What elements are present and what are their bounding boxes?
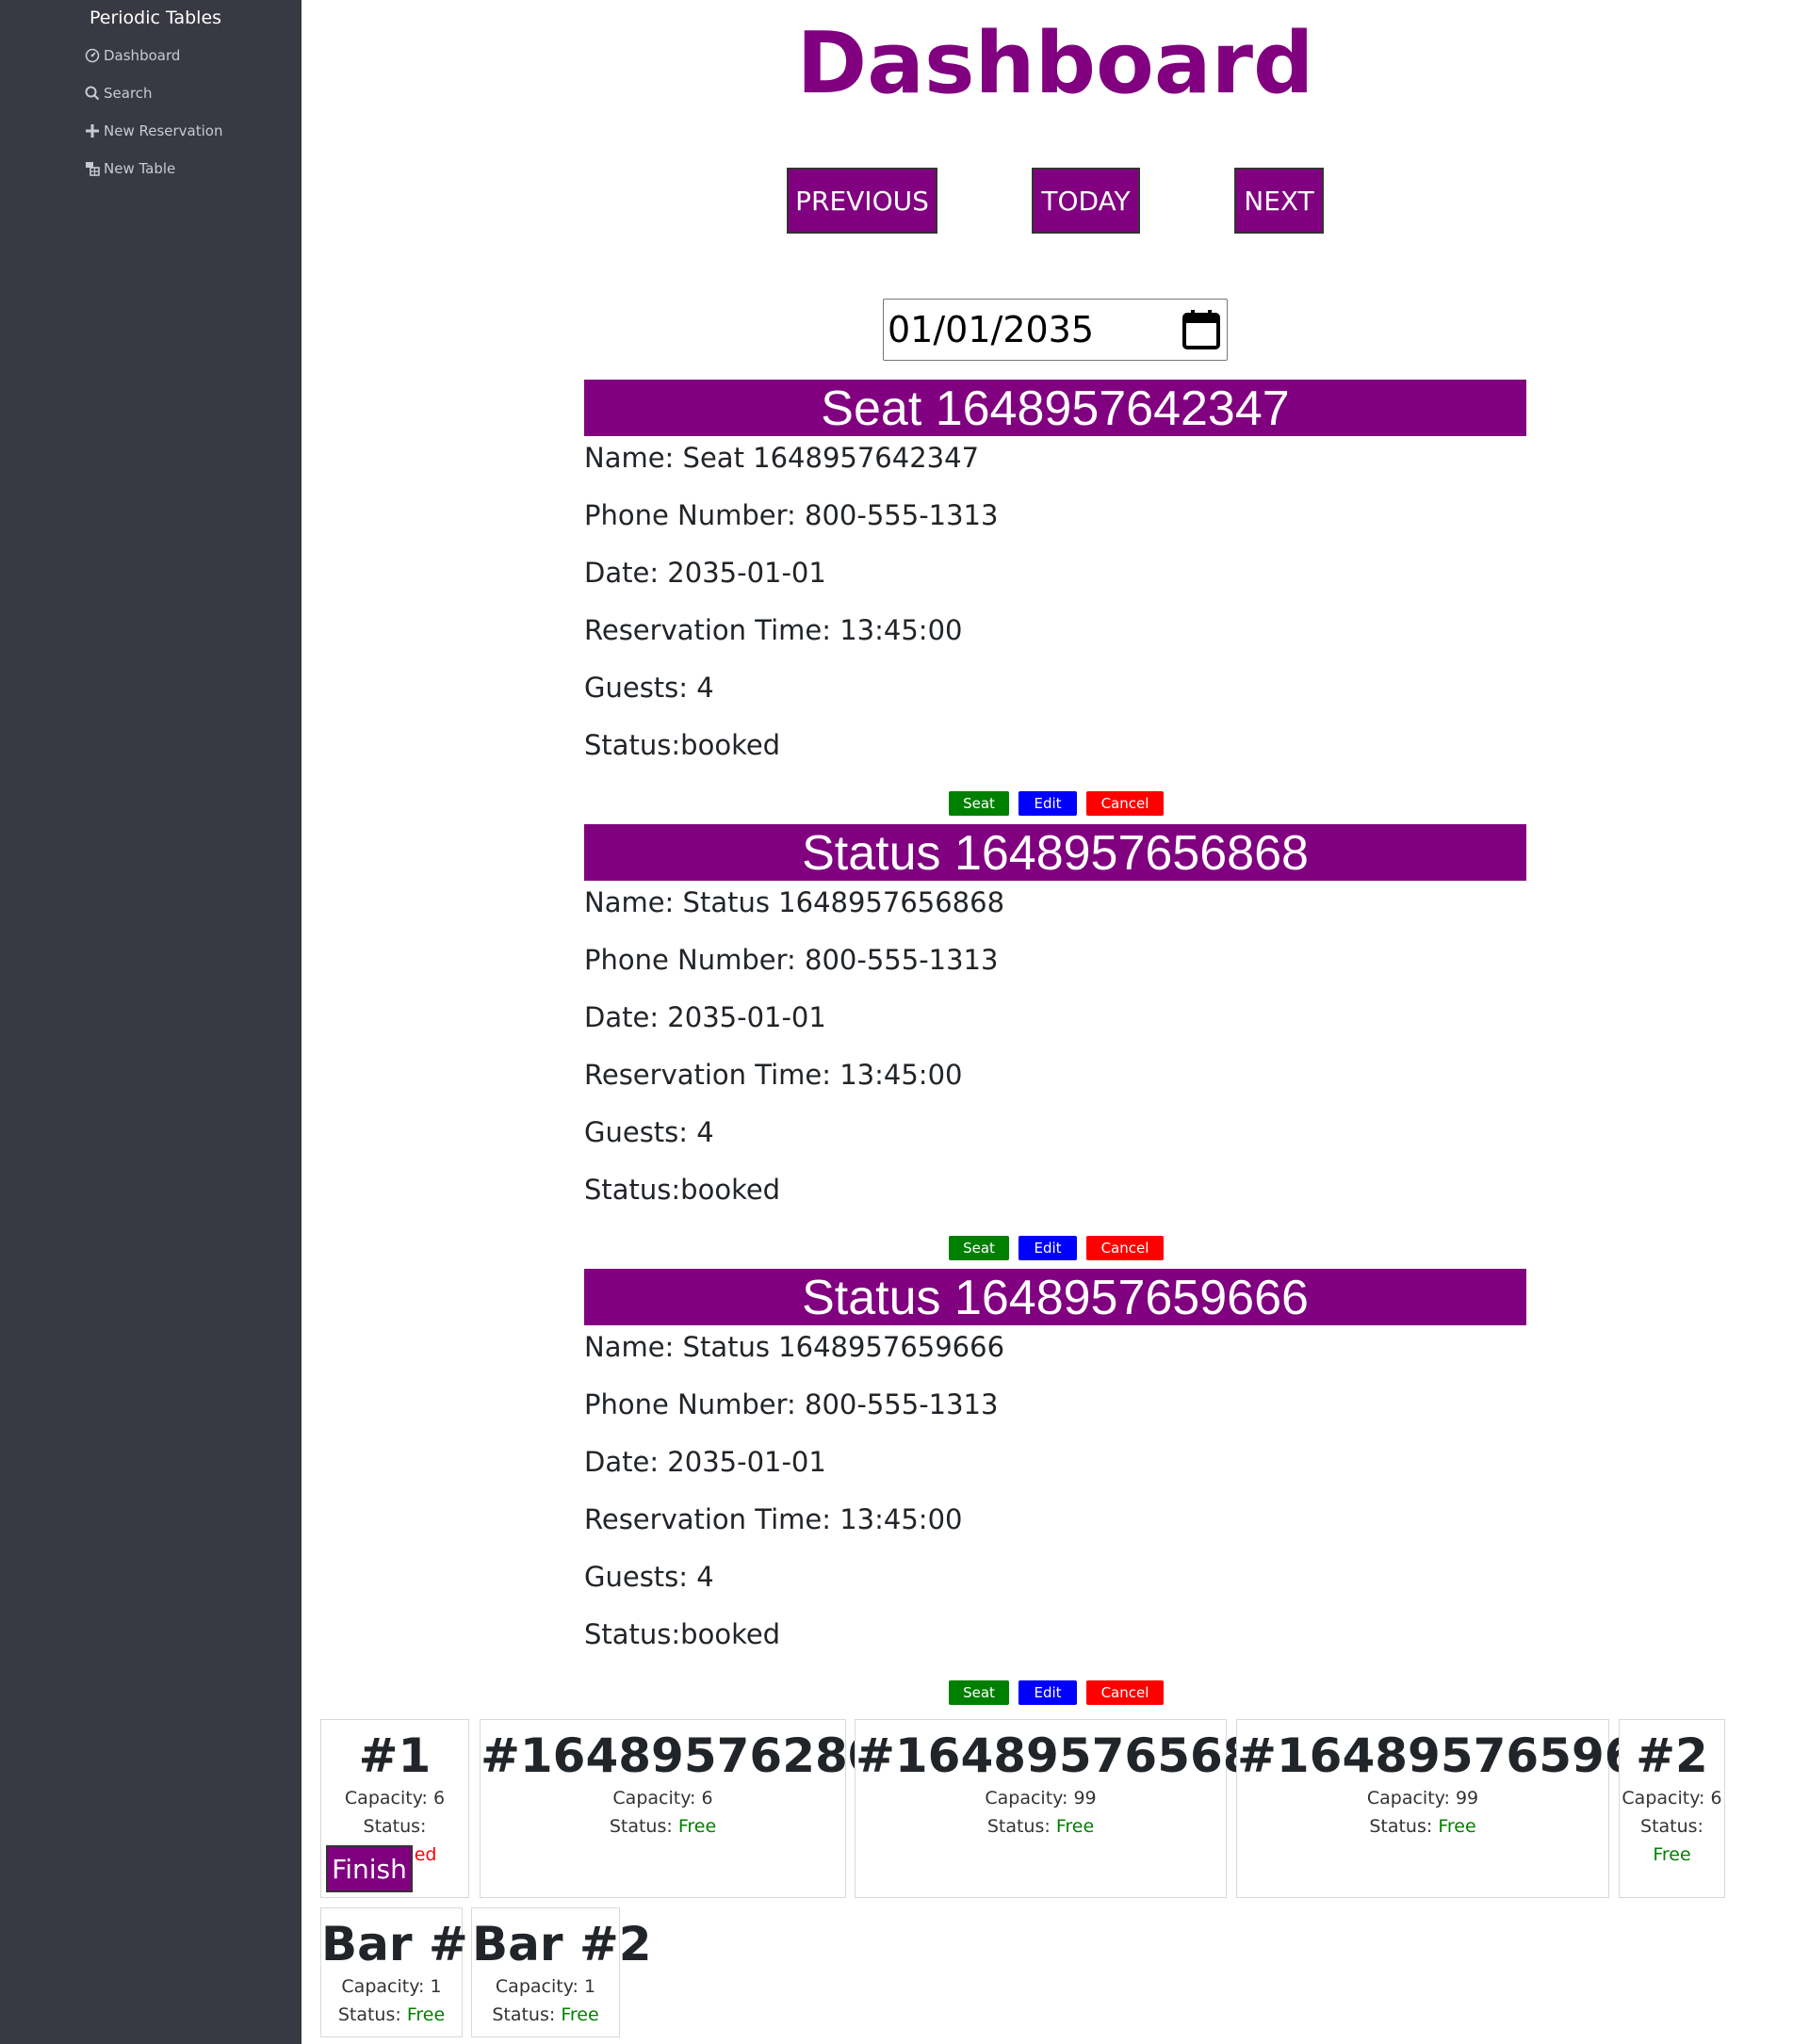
table-status: Status: Free: [609, 1816, 717, 1837]
reservation-status: Status:booked: [584, 1618, 781, 1650]
reservation-name: Name: Status 1648957656868: [584, 886, 1005, 918]
reservation-actions: Seat Edit Cancel: [949, 791, 1164, 816]
table-capacity: Capacity: 6: [612, 1788, 713, 1809]
table-status-value: Free: [406, 2004, 446, 2025]
edit-button[interactable]: Edit: [1019, 1680, 1077, 1705]
cancel-button[interactable]: Cancel: [1086, 1236, 1164, 1260]
table-name: #1: [358, 1728, 432, 1783]
table-name: #1648957656898: [856, 1728, 1322, 1783]
reservation-card: Status 1648957656868 Name: Status 164895…: [584, 824, 1526, 1260]
sidebar-item-label: New Table: [104, 160, 176, 177]
table-icon: [85, 161, 100, 176]
table-status: Status: Free: [986, 1816, 1095, 1837]
search-icon: [85, 86, 100, 101]
reservation-status: Status:booked: [584, 1174, 781, 1206]
finish-button[interactable]: Finish: [326, 1845, 413, 1892]
table-name: #2: [1636, 1728, 1708, 1783]
sidebar: Periodic Tables Dashboard Search New Res…: [0, 0, 302, 2044]
sidebar-item-dashboard[interactable]: Dashboard: [85, 47, 180, 64]
table-card: #1648957659693 Capacity: 99 Status: Free: [1236, 1719, 1703, 1898]
edit-button[interactable]: Edit: [1019, 1236, 1077, 1260]
reservation-title: Status 1648957659666: [584, 1269, 1526, 1325]
table-capacity: Capacity: 1: [341, 1976, 442, 1997]
table-name: #1648957659693: [1237, 1728, 1703, 1783]
reservation-guests: Guests: 4: [584, 1116, 714, 1148]
reservation-phone: Phone Number: 800-555-1313: [584, 1388, 999, 1420]
sidebar-item-label: Search: [104, 85, 153, 102]
previous-button[interactable]: PREVIOUS: [787, 168, 937, 234]
table-status: Status: Free: [1640, 1816, 1703, 1865]
reservation-title: Status 1648957656868: [584, 824, 1526, 881]
table-status-value: Free: [1055, 1816, 1095, 1837]
table-name: Bar #2: [472, 1917, 652, 1971]
table-card: Bar #2 Capacity: 1 Status: Free: [471, 1907, 652, 2037]
table-capacity: Capacity: 99: [985, 1788, 1097, 1809]
reservation-card: Status 1648957659666 Name: Status 164895…: [584, 1269, 1526, 1705]
plus-icon: [85, 123, 100, 138]
page-title: Dashboard: [796, 14, 1314, 113]
reservation-guests: Guests: 4: [584, 1561, 714, 1593]
table-status-value: Free: [677, 1816, 717, 1837]
next-button[interactable]: NEXT: [1234, 168, 1324, 234]
table-name: Bar #1: [321, 1917, 501, 1971]
edit-button[interactable]: Edit: [1019, 791, 1077, 816]
reservation-date: Date: 2035-01-01: [584, 557, 826, 589]
table-capacity: Capacity: 6: [344, 1788, 446, 1809]
dashboard-icon: [85, 48, 100, 63]
reservation-title: Seat 1648957642347: [584, 380, 1526, 436]
seat-button[interactable]: Seat: [949, 791, 1009, 816]
sidebar-item-new-table[interactable]: New Table: [85, 160, 175, 177]
table-capacity: Capacity: 1: [495, 1976, 596, 1997]
reservation-phone: Phone Number: 800-555-1313: [584, 944, 999, 976]
table-status-value: Free: [1438, 1816, 1476, 1837]
reservation-card: Seat 1648957642347 Name: Seat 1648957642…: [584, 380, 1526, 816]
table-status-value: Free: [561, 2004, 599, 2025]
table-capacity: Capacity: 6: [1622, 1788, 1722, 1809]
main-content: Dashboard PREVIOUS TODAY NEXT 01/01/2035…: [302, 0, 1809, 2044]
table-card: #1648957656898 Capacity: 99 Status: Free: [855, 1719, 1322, 1898]
table-status: Status: Free: [492, 2004, 599, 2025]
table-card: Bar #1 Capacity: 1 Status: Free: [320, 1907, 501, 2037]
calendar-icon[interactable]: [1182, 309, 1221, 359]
reservation-time: Reservation Time: 13:45:00: [584, 1503, 963, 1535]
reservation-actions: Seat Edit Cancel: [949, 1236, 1164, 1260]
sidebar-item-label: New Reservation: [104, 122, 223, 139]
table-card: #2 Capacity: 6 Status: Free: [1619, 1719, 1725, 1898]
brand-title[interactable]: Periodic Tables: [90, 8, 221, 28]
reservation-actions: Seat Edit Cancel: [949, 1680, 1164, 1705]
table-card: #1648957628081 Capacity: 6 Status: Free: [480, 1719, 947, 1898]
today-button[interactable]: TODAY: [1032, 168, 1140, 234]
date-picker-input[interactable]: 01/01/2035: [883, 299, 1228, 361]
reservation-status: Status:booked: [584, 729, 781, 761]
seat-button[interactable]: Seat: [949, 1236, 1009, 1260]
reservation-time: Reservation Time: 13:45:00: [584, 1059, 963, 1091]
reservation-name: Name: Status 1648957659666: [584, 1331, 1005, 1363]
reservation-phone: Phone Number: 800-555-1313: [584, 499, 999, 531]
reservation-name: Name: Seat 1648957642347: [584, 442, 980, 474]
reservation-guests: Guests: 4: [584, 672, 714, 704]
reservation-time: Reservation Time: 13:45:00: [584, 614, 963, 646]
table-name: #1648957628081: [481, 1728, 947, 1783]
sidebar-item-label: Dashboard: [104, 47, 181, 64]
table-status: Status: Free: [337, 2004, 446, 2025]
table-capacity: Capacity: 99: [1366, 1788, 1479, 1809]
sidebar-item-new-reservation[interactable]: New Reservation: [85, 122, 222, 139]
table-status-value: Free: [1653, 1844, 1691, 1865]
table-status: Status: Free: [1369, 1816, 1476, 1837]
cancel-button[interactable]: Cancel: [1086, 791, 1164, 816]
cancel-button[interactable]: Cancel: [1086, 1680, 1164, 1705]
seat-button[interactable]: Seat: [949, 1680, 1009, 1705]
sidebar-item-search[interactable]: Search: [85, 85, 153, 102]
reservation-date: Date: 2035-01-01: [584, 1001, 826, 1033]
date-value: 01/01/2035: [888, 309, 1095, 350]
table-card: #1 Capacity: 6 Status: Occupied Finish: [320, 1719, 469, 1898]
reservation-date: Date: 2035-01-01: [584, 1446, 826, 1478]
